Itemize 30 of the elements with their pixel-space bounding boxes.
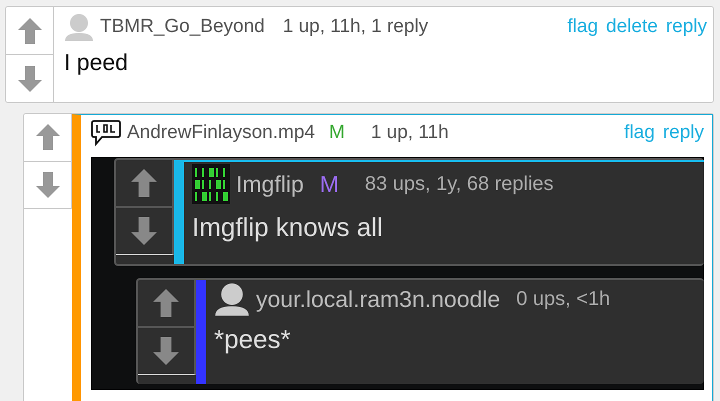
username: your.local.ram3n.noodle <box>256 286 500 312</box>
comment-text: *pees* <box>214 324 292 355</box>
username[interactable]: TBMR_Go_Beyond <box>100 16 265 38</box>
comment-meta: 83 ups, 1y, 68 replies <box>364 172 554 196</box>
comment-meta: 1 up, 11h, 1 reply <box>282 16 428 38</box>
comment-action-link[interactable]: reply <box>666 16 707 38</box>
lol-speech-bubble-icon <box>91 119 121 147</box>
binary-code-icon <box>192 164 230 204</box>
mod-label: M <box>320 170 339 198</box>
comment-meta: 1 up, 11h <box>370 122 449 144</box>
comment-action-link[interactable]: reply <box>662 122 704 144</box>
downvote-icon <box>153 337 179 365</box>
upvote-icon[interactable] <box>36 124 60 150</box>
comment-action-link[interactable]: flag <box>567 16 598 38</box>
upvote-icon[interactable] <box>18 18 42 44</box>
username: Imgflip <box>236 170 304 198</box>
comment-text: Imgflip knows all <box>192 212 384 243</box>
user-avatar-icon <box>214 282 250 316</box>
user-avatar-icon <box>64 13 94 41</box>
downvote-icon[interactable] <box>18 66 42 92</box>
upvote-icon <box>153 289 179 317</box>
comment-action-link[interactable]: flag <box>624 122 655 144</box>
comment-action-link[interactable]: delete <box>606 16 658 38</box>
downvote-icon <box>131 217 157 245</box>
comment-meta: 0 ups, <1h <box>516 288 610 310</box>
mod-label: M <box>328 122 345 144</box>
comment-text: I peed <box>64 49 129 76</box>
upvote-icon <box>131 169 157 197</box>
downvote-icon[interactable] <box>36 172 60 198</box>
username[interactable]: AndrewFinlayson.mp4 <box>127 122 315 144</box>
